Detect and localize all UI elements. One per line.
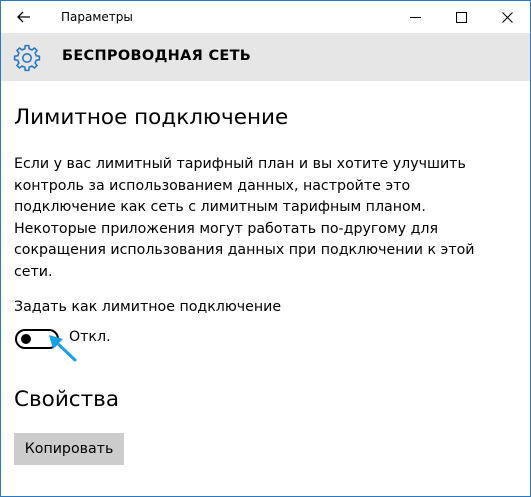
back-arrow-icon [17,11,30,23]
description-line: контроль за использованием данных, настр… [14,177,411,194]
maximize-button[interactable] [438,1,484,33]
description-line: подключение как сеть с лимитным тарифным… [14,199,426,215]
settings-window: Параметры БЕСПРОВОДНАЯ СЕТЬ Лимитное под… [0,0,531,497]
close-button[interactable] [484,1,530,33]
description-line: сокращения использования данных при подк… [14,242,475,258]
page-header: БЕСПРОВОДНАЯ СЕТЬ [1,33,530,81]
title-bar: Параметры [1,1,530,33]
section-title-properties: Свойства [14,387,120,412]
description-line: сети. [14,263,53,280]
metered-description: Если у вас лимитный тарифный план и вы х… [14,154,475,283]
description-line: Некоторые приложения могут работать по-д… [14,220,439,237]
gear-icon [13,44,41,72]
minimize-icon [409,16,421,18]
app-title: Параметры [61,10,133,24]
copy-button[interactable]: Копировать [14,433,124,465]
minimize-button[interactable] [392,1,438,33]
metered-toggle-label: Задать как лимитное подключение [14,299,282,315]
maximize-icon [455,11,467,23]
close-icon [501,11,513,23]
section-title-metered: Лимитное подключение [14,105,289,130]
page-title: БЕСПРОВОДНАЯ СЕТЬ [62,48,252,64]
pointer-arrow-icon [49,335,77,362]
toggle-knob [21,334,31,344]
description-line: Если у вас лимитный тарифный план и вы х… [14,156,466,172]
back-button[interactable] [9,5,39,29]
